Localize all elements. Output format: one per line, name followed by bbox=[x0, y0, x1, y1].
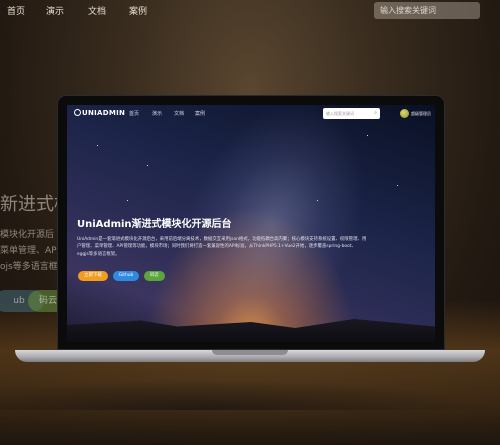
laptop-notch bbox=[212, 350, 288, 355]
star bbox=[97, 145, 98, 146]
logo-icon bbox=[74, 109, 81, 116]
user-name[interactable]: 超级管理员 bbox=[411, 111, 431, 117]
star bbox=[397, 185, 398, 186]
star bbox=[317, 200, 318, 201]
search-input[interactable]: 输入搜索关键词 ⌕ bbox=[323, 108, 380, 119]
avatar[interactable] bbox=[400, 109, 409, 118]
background-nav-home[interactable]: 首页 bbox=[7, 4, 25, 17]
search-placeholder: 输入搜索关键词 bbox=[326, 111, 354, 116]
background-desc-fragment: ojs等多语言框 bbox=[0, 262, 58, 272]
gitee-button[interactable]: 码云 bbox=[144, 271, 165, 281]
site-navbar: UNIADMIN 首页 演示 文档 案例 输入搜索关键词 ⌕ 超级管理员 bbox=[67, 105, 435, 123]
background-nav-docs[interactable]: 文档 bbox=[88, 4, 106, 17]
logo-text: UNIADMIN bbox=[82, 109, 126, 117]
background-desc-fragment: 模块化开源后 bbox=[0, 230, 55, 240]
site-logo[interactable]: UNIADMIN bbox=[74, 109, 125, 117]
star bbox=[367, 135, 368, 136]
laptop-lid: UNIADMIN 首页 演示 文档 案例 输入搜索关键词 ⌕ 超级管理员 Uni… bbox=[57, 95, 445, 350]
laptop-screen: UNIADMIN 首页 演示 文档 案例 输入搜索关键词 ⌕ 超级管理员 Uni… bbox=[67, 105, 435, 342]
background-search-input[interactable]: 输入搜索关键词 bbox=[374, 2, 480, 19]
background-hills bbox=[0, 380, 500, 410]
nav-cases-link[interactable]: 案例 bbox=[195, 110, 205, 117]
nav-home-link[interactable]: 首页 bbox=[129, 110, 139, 117]
background-nav-cases[interactable]: 案例 bbox=[129, 4, 147, 17]
background-nav-demo[interactable]: 演示 bbox=[46, 4, 64, 17]
background-nav: 首页 演示 文档 案例 输入搜索关键词 bbox=[0, 0, 500, 26]
github-button[interactable]: Github bbox=[113, 271, 139, 281]
nav-docs-link[interactable]: 文档 bbox=[174, 110, 184, 117]
hero-title: UniAdmin渐进式模块化开源后台 bbox=[77, 219, 232, 230]
download-button[interactable]: 立即下载 bbox=[78, 271, 108, 281]
star bbox=[147, 165, 148, 166]
background-desc-fragment: 菜单管理、AP bbox=[0, 246, 57, 256]
star bbox=[127, 200, 128, 201]
nav-demo-link[interactable]: 演示 bbox=[152, 110, 162, 117]
search-icon[interactable]: ⌕ bbox=[374, 108, 377, 119]
hero-description: UniAdmin是一套渐进式模块化开源后台，采用前后端分离技术，数据交互采用js… bbox=[77, 237, 367, 257]
